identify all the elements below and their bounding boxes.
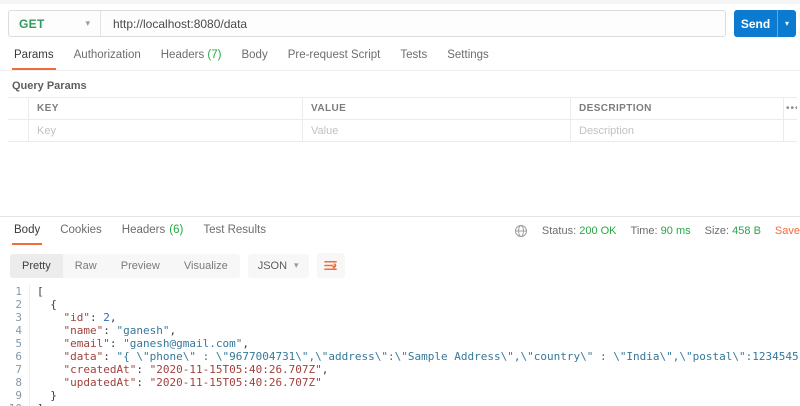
format-dropdown[interactable]: JSON ▾ bbox=[247, 253, 309, 278]
line-number[interactable]: 10 bbox=[0, 402, 30, 406]
response-tab-cookies[interactable]: Cookies bbox=[58, 217, 104, 245]
query-params-title: Query Params bbox=[12, 80, 87, 92]
url-value: http://localhost:8080/data bbox=[113, 16, 248, 31]
response-tab-body[interactable]: Body bbox=[12, 217, 43, 245]
save-response-button[interactable]: Save bbox=[775, 225, 800, 237]
time-indicator: Time: 90 ms bbox=[630, 225, 691, 237]
headers-count-badge: (7) bbox=[207, 49, 222, 61]
value-input[interactable]: Value bbox=[302, 120, 570, 141]
column-header-description: DESCRIPTION bbox=[570, 98, 783, 119]
line-number[interactable]: 3 bbox=[0, 311, 30, 324]
format-label: JSON bbox=[257, 259, 288, 272]
column-header-value: VALUE bbox=[302, 98, 570, 119]
line-number[interactable]: 6 bbox=[0, 350, 30, 363]
code-line: 3 "id": 2, bbox=[0, 311, 800, 324]
tab-authorization[interactable]: Authorization bbox=[72, 46, 143, 70]
response-tab-test-results[interactable]: Test Results bbox=[201, 217, 268, 245]
tab-tests[interactable]: Tests bbox=[398, 46, 429, 70]
url-box: GET ▾ http://localhost:8080/data bbox=[8, 10, 726, 37]
tab-headers[interactable]: Headers (7) bbox=[159, 46, 224, 70]
wrap-text-button[interactable] bbox=[316, 253, 345, 278]
view-pretty-button[interactable]: Pretty bbox=[10, 253, 63, 278]
line-content: ] bbox=[30, 402, 44, 406]
send-options-caret[interactable]: ▾ bbox=[777, 10, 796, 37]
size-indicator: Size: 458 B bbox=[704, 225, 761, 237]
code-line: 9 } bbox=[0, 389, 800, 402]
line-number[interactable]: 8 bbox=[0, 376, 30, 389]
code-line: 6 "data": "{ \"phone\" : \"9677004731\",… bbox=[0, 350, 800, 363]
status-value: 200 OK bbox=[579, 225, 617, 237]
line-number[interactable]: 9 bbox=[0, 389, 30, 402]
tab-pre-request-script[interactable]: Pre-request Script bbox=[286, 46, 383, 70]
response-headers-count-badge: (6) bbox=[169, 224, 184, 236]
response-meta: Status: 200 OK Time: 90 ms Size: 458 B S… bbox=[514, 224, 800, 238]
tab-params[interactable]: Params bbox=[12, 46, 56, 70]
row-select-column bbox=[8, 98, 28, 119]
tab-settings[interactable]: Settings bbox=[445, 46, 491, 70]
code-line: 7 "createdAt": "2020-11-15T05:40:26.707Z… bbox=[0, 363, 800, 376]
query-params-input-row: Key Value Description bbox=[8, 120, 797, 142]
method-label: GET bbox=[19, 16, 45, 31]
line-content: "email": "ganesh@gmail.com", bbox=[63, 337, 249, 350]
response-tab-headers[interactable]: Headers (6) bbox=[120, 217, 186, 245]
row-actions-cell bbox=[783, 120, 800, 141]
code-line: 4 "name": "ganesh", bbox=[0, 324, 800, 337]
response-tabs: Body Cookies Headers (6) Test Results bbox=[12, 217, 268, 245]
chevron-down-icon: ▾ bbox=[784, 19, 789, 28]
send-button[interactable]: Send ▾ bbox=[734, 10, 796, 37]
line-number[interactable]: 4 bbox=[0, 324, 30, 337]
tab-body[interactable]: Body bbox=[239, 46, 269, 70]
line-content: "createdAt": "2020-11-15T05:40:26.707Z", bbox=[63, 363, 329, 376]
request-url-bar: GET ▾ http://localhost:8080/data Send ▾ bbox=[8, 10, 796, 37]
view-raw-button[interactable]: Raw bbox=[63, 254, 109, 278]
response-body-code[interactable]: 1[2 {3 "id": 2, 4 "name": "ganesh", 5 "ema… bbox=[0, 285, 800, 406]
code-line: 1[ bbox=[0, 285, 800, 298]
line-content: "name": "ganesh", bbox=[63, 324, 177, 337]
column-header-key: KEY bbox=[28, 98, 302, 119]
time-value: 90 ms bbox=[660, 225, 691, 237]
wrap-text-icon bbox=[324, 261, 337, 270]
method-dropdown[interactable]: GET ▾ bbox=[9, 11, 101, 36]
query-params-table: KEY VALUE DESCRIPTION ••• Key Value Desc… bbox=[8, 97, 797, 142]
line-number[interactable]: 2 bbox=[0, 298, 30, 311]
line-content: "updatedAt": "2020-11-15T05:40:26.707Z" bbox=[63, 376, 322, 389]
line-content: { bbox=[37, 298, 57, 311]
response-header: Body Cookies Headers (6) Test Results Sta… bbox=[0, 216, 800, 245]
code-line: 10] bbox=[0, 402, 800, 406]
code-line: 5 "email": "ganesh@gmail.com", bbox=[0, 337, 800, 350]
query-params-header-row: KEY VALUE DESCRIPTION ••• bbox=[8, 98, 797, 120]
request-response-spacer bbox=[0, 142, 800, 216]
line-number[interactable]: 1 bbox=[0, 285, 30, 298]
line-content: [ bbox=[37, 285, 44, 298]
view-visualize-button[interactable]: Visualize bbox=[172, 254, 240, 278]
chevron-down-icon: ▾ bbox=[85, 18, 90, 28]
size-value: 458 B bbox=[732, 225, 761, 237]
chevron-down-icon: ▾ bbox=[294, 260, 299, 270]
params-more-options-button[interactable]: ••• bbox=[783, 98, 797, 119]
url-input[interactable]: http://localhost:8080/data bbox=[101, 11, 725, 36]
window-top-divider bbox=[0, 0, 800, 4]
view-preview-button[interactable]: Preview bbox=[109, 254, 172, 278]
response-view-switcher: Pretty Raw Preview Visualize bbox=[10, 253, 240, 278]
line-number[interactable]: 7 bbox=[0, 363, 30, 376]
code-line: 2 { bbox=[0, 298, 800, 311]
response-toolbar: Pretty Raw Preview Visualize JSON ▾ bbox=[10, 253, 800, 278]
network-globe-icon[interactable] bbox=[514, 224, 528, 238]
send-button-label[interactable]: Send bbox=[734, 10, 777, 37]
status-indicator: Status: 200 OK bbox=[541, 225, 617, 237]
row-checkbox-cell[interactable] bbox=[8, 120, 28, 141]
line-number[interactable]: 5 bbox=[0, 337, 30, 350]
line-content: "id": 2, bbox=[63, 311, 117, 324]
code-line: 8 "updatedAt": "2020-11-15T05:40:26.707Z… bbox=[0, 376, 800, 389]
key-input[interactable]: Key bbox=[28, 120, 302, 141]
request-tabs: Params Authorization Headers (7) Body Pr… bbox=[0, 46, 800, 71]
description-input[interactable]: Description bbox=[570, 120, 783, 141]
line-content: } bbox=[37, 389, 57, 402]
line-content: "data": "{ \"phone\" : \"9677004731\",\"… bbox=[63, 350, 800, 363]
